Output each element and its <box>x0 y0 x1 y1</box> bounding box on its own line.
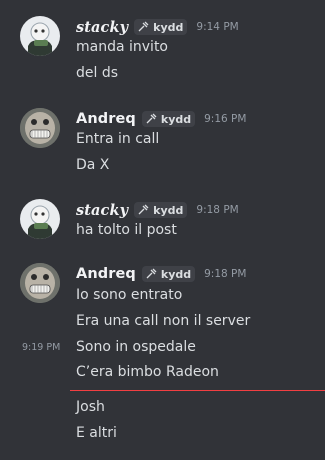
message-header: stacky kydd 9:14 PM <box>76 16 239 38</box>
tag-icon <box>146 268 157 279</box>
tag-label: kydd <box>153 20 184 34</box>
server-tag[interactable]: kydd <box>141 111 196 127</box>
username[interactable]: stacky <box>76 19 128 36</box>
tag-icon <box>138 21 149 32</box>
message-header: Andreq kydd 9:16 PM <box>76 108 246 130</box>
chat-messages: stacky kydd 9:14 PM manda invito del ds … <box>0 0 325 460</box>
message-line: Entra in call <box>76 131 160 147</box>
timestamp[interactable]: 9:18 PM <box>196 204 238 216</box>
timestamp[interactable]: 9:16 PM <box>204 113 246 125</box>
message-line: E altri <box>76 425 117 441</box>
tag-icon <box>138 204 149 215</box>
timestamp[interactable]: 9:14 PM <box>196 21 238 33</box>
username[interactable]: stacky <box>76 202 128 219</box>
hover-timestamp[interactable]: 9:19 PM <box>22 342 60 353</box>
avatar[interactable] <box>20 199 60 239</box>
tag-label: kydd <box>160 112 192 126</box>
message-line: manda invito <box>76 39 168 55</box>
message-line: C’era bimbo Radeon <box>76 364 219 380</box>
message-header: Andreq kydd 9:18 PM <box>76 263 246 285</box>
message-line: Josh <box>76 399 105 415</box>
avatar[interactable] <box>20 263 60 303</box>
new-messages-divider <box>70 390 325 391</box>
message-line: del ds <box>76 65 119 81</box>
tag-label: kydd <box>160 267 192 281</box>
tag-label: kydd <box>153 203 184 217</box>
server-tag[interactable]: kydd <box>141 266 196 282</box>
message-line: Io sono entrato <box>76 287 183 303</box>
message-line: Era una call non il server <box>76 313 251 329</box>
message-header: stacky kydd 9:18 PM <box>76 199 239 221</box>
tag-icon <box>146 113 157 124</box>
username[interactable]: Andreq <box>76 266 136 282</box>
timestamp[interactable]: 9:18 PM <box>204 268 246 280</box>
message-line: ha tolto il post <box>76 222 177 238</box>
message-line: Da X <box>76 157 110 173</box>
avatar[interactable] <box>20 16 60 56</box>
username[interactable]: Andreq <box>76 111 136 127</box>
message-line: Sono in ospedale <box>76 339 196 355</box>
avatar[interactable] <box>20 108 60 148</box>
server-tag[interactable]: kydd <box>134 19 188 35</box>
server-tag[interactable]: kydd <box>134 202 188 218</box>
